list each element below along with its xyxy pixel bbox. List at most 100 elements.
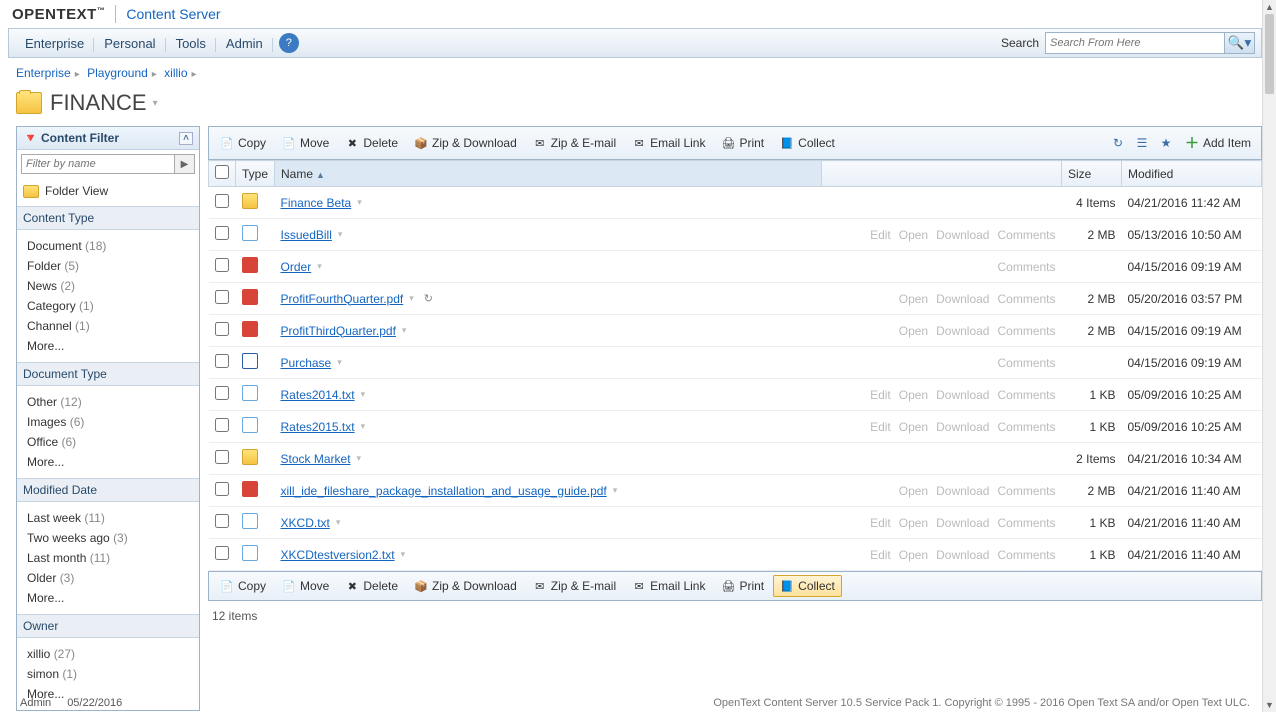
row-checkbox[interactable] [215,514,229,528]
row-checkbox[interactable] [215,258,229,272]
row-menu-icon[interactable]: ▾ [338,229,343,240]
facet-item[interactable]: Folder (5) [27,256,189,276]
delete-button[interactable]: ✖Delete [338,132,405,154]
email-link-button[interactable]: ✉Email Link [625,575,712,597]
col-name[interactable]: Name▲ [275,161,822,187]
facet-item[interactable]: Images (6) [27,412,189,432]
facet-item[interactable]: Channel (1) [27,316,189,336]
row-action-download[interactable]: Download [936,420,989,434]
row-action-open[interactable]: Open [899,548,928,562]
col-modified[interactable]: Modified [1122,161,1262,187]
scroll-up-icon[interactable]: ▲ [1263,0,1276,14]
row-checkbox[interactable] [215,418,229,432]
facet-item[interactable]: Document (18) [27,236,189,256]
facet-more-link[interactable]: More... [27,588,189,608]
row-action-comments[interactable]: Comments [997,292,1055,306]
row-action-download[interactable]: Download [936,324,989,338]
row-checkbox[interactable] [215,226,229,240]
row-checkbox[interactable] [215,450,229,464]
row-action-comments[interactable]: Comments [997,324,1055,338]
row-action-open[interactable]: Open [899,516,928,530]
crumb-enterprise[interactable]: Enterprise [16,66,71,80]
item-name-link[interactable]: XKCDtestversion2.txt [281,548,395,562]
item-name-link[interactable]: Finance Beta [281,196,352,210]
search-button[interactable]: 🔍▾ [1225,32,1255,54]
add-item-button[interactable]: ＋Add Item [1179,130,1257,156]
row-action-edit[interactable]: Edit [870,228,891,242]
crumb-playground[interactable]: Playground [87,66,148,80]
delete-button[interactable]: ✖Delete [338,575,405,597]
config-icon[interactable]: ☰ [1131,133,1153,153]
collect-button[interactable]: 📘Collect [773,132,842,154]
col-size[interactable]: Size [1062,161,1122,187]
row-menu-icon[interactable]: ▾ [401,549,406,560]
col-type[interactable]: Type [236,161,275,187]
facet-item[interactable]: simon (1) [27,664,189,684]
row-action-download[interactable]: Download [936,228,989,242]
copy-button[interactable]: 📄Copy [213,132,273,154]
move-button[interactable]: 📄Move [275,132,336,154]
nav-admin[interactable]: Admin [216,36,273,51]
row-action-comments[interactable]: Comments [997,388,1055,402]
filter-apply-button[interactable]: ▶ [175,154,195,174]
row-action-download[interactable]: Download [936,388,989,402]
crumb-xillio[interactable]: xillio [164,66,187,80]
zip-download-button[interactable]: 📦Zip & Download [407,132,524,154]
nav-personal[interactable]: Personal [94,36,165,51]
row-action-comments[interactable]: Comments [997,548,1055,562]
select-all-checkbox[interactable] [215,165,229,179]
row-action-comments[interactable]: Comments [997,356,1055,370]
row-menu-icon[interactable]: ▾ [317,261,322,272]
facet-item[interactable]: Category (1) [27,296,189,316]
row-action-download[interactable]: Download [936,516,989,530]
zip-download-button[interactable]: 📦Zip & Download [407,575,524,597]
row-checkbox[interactable] [215,290,229,304]
facet-item[interactable]: Older (3) [27,568,189,588]
item-name-link[interactable]: XKCD.txt [281,516,330,530]
item-name-link[interactable]: IssuedBill [281,228,332,242]
move-button[interactable]: 📄Move [275,575,336,597]
scroll-down-icon[interactable]: ▼ [1263,698,1276,712]
row-action-open[interactable]: Open [899,228,928,242]
item-name-link[interactable]: Rates2014.txt [281,388,355,402]
row-action-download[interactable]: Download [936,292,989,306]
facet-item[interactable]: News (2) [27,276,189,296]
row-action-comments[interactable]: Comments [997,484,1055,498]
row-menu-icon[interactable]: ▾ [409,293,414,304]
reload-icon[interactable]: ↻ [424,292,433,305]
row-action-edit[interactable]: Edit [870,420,891,434]
folder-view-link[interactable]: Folder View [17,178,199,206]
zip-e-mail-button[interactable]: ✉Zip & E-mail [526,132,623,154]
item-name-link[interactable]: ProfitThirdQuarter.pdf [281,324,396,338]
search-input[interactable] [1045,32,1225,54]
facet-more-link[interactable]: More... [27,336,189,356]
row-menu-icon[interactable]: ▾ [357,453,362,464]
collect-button[interactable]: 📘Collect [773,575,842,597]
row-menu-icon[interactable]: ▾ [361,421,366,432]
nav-enterprise[interactable]: Enterprise [15,36,94,51]
nav-tools[interactable]: Tools [166,36,216,51]
scrollbar-thumb[interactable] [1265,14,1274,94]
row-action-comments[interactable]: Comments [997,260,1055,274]
item-name-link[interactable]: Order [281,260,312,274]
row-checkbox[interactable] [215,322,229,336]
row-action-open[interactable]: Open [899,292,928,306]
title-dropdown-icon[interactable]: ▾ [153,98,158,109]
email-link-button[interactable]: ✉Email Link [625,132,712,154]
zip-e-mail-button[interactable]: ✉Zip & E-mail [526,575,623,597]
row-action-open[interactable]: Open [899,484,928,498]
vertical-scrollbar[interactable]: ▲ ▼ [1262,0,1276,712]
row-menu-icon[interactable]: ▾ [613,485,618,496]
row-menu-icon[interactable]: ▾ [402,325,407,336]
row-action-download[interactable]: Download [936,484,989,498]
item-name-link[interactable]: Rates2015.txt [281,420,355,434]
row-checkbox[interactable] [215,354,229,368]
facet-item[interactable]: xillio (27) [27,644,189,664]
row-action-edit[interactable]: Edit [870,516,891,530]
item-name-link[interactable]: Stock Market [281,452,351,466]
row-action-comments[interactable]: Comments [997,516,1055,530]
row-action-open[interactable]: Open [899,388,928,402]
row-checkbox[interactable] [215,194,229,208]
row-action-download[interactable]: Download [936,548,989,562]
row-menu-icon[interactable]: ▾ [336,517,341,528]
